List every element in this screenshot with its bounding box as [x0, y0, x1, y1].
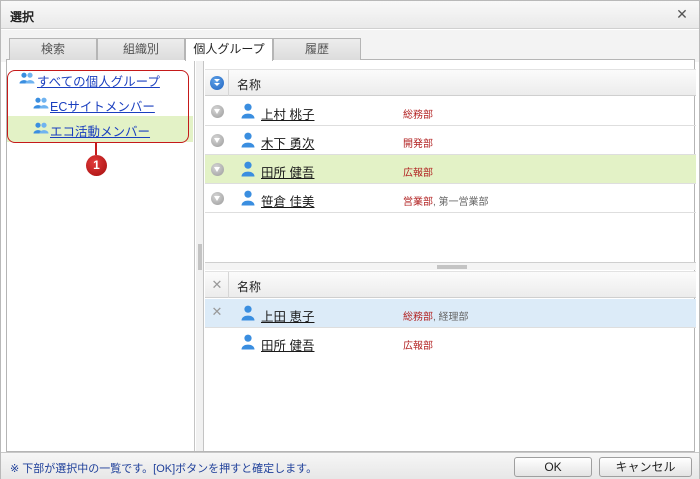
- member-name[interactable]: 上田 恵子: [261, 306, 314, 325]
- tab-by-organization[interactable]: 組織別: [97, 38, 185, 60]
- member-department: 開発部: [403, 135, 433, 150]
- annotation-callout-box: [7, 70, 189, 143]
- dialog-footer: ※ 下部が選択中の一覧です。[OK]ボタンを押すと確定します。 OK キャンセル: [1, 452, 699, 479]
- group-tree-pane: すべての個人グループ ECサイトメンバー エコ活動メンバー 1: [7, 60, 195, 451]
- selected-header: ✕ 名称: [205, 271, 696, 298]
- add-icon[interactable]: [211, 134, 224, 147]
- department-rest: , 経理部: [433, 312, 469, 323]
- tab-content: すべての個人グループ ECサイトメンバー エコ活動メンバー 1 名称 上村 桃子…: [6, 60, 696, 452]
- tab-history[interactable]: 履歴: [273, 38, 361, 60]
- department-primary: 総務部: [403, 110, 433, 121]
- candidate-row[interactable]: 上村 桃子 総務部: [205, 97, 696, 126]
- add-all-icon[interactable]: [210, 76, 224, 90]
- splitter-grip-icon: [437, 265, 467, 269]
- tab-personal-groups[interactable]: 個人グループ: [185, 38, 273, 61]
- member-department: 総務部: [403, 106, 433, 121]
- add-icon[interactable]: [211, 105, 224, 118]
- candidate-row[interactable]: 木下 勇次 開発部: [205, 126, 696, 155]
- member-department: 営業部, 第一営業部: [403, 193, 489, 208]
- splitter-grip-icon: [198, 244, 202, 270]
- column-header-name[interactable]: 名称: [237, 278, 261, 295]
- person-icon: [241, 190, 255, 206]
- member-department: 広報部: [403, 164, 433, 179]
- remove-all-icon[interactable]: ✕: [211, 278, 223, 292]
- department-primary: 広報部: [403, 341, 433, 352]
- annotation-number-badge: 1: [86, 155, 107, 176]
- vertical-splitter[interactable]: [196, 60, 204, 451]
- header-icon-cell: ✕: [205, 272, 229, 298]
- candidates-header: 名称: [205, 69, 696, 96]
- person-icon: [241, 103, 255, 119]
- selected-row[interactable]: ✕ 上田 恵子 総務部, 経理部: [205, 299, 696, 328]
- member-department: 総務部, 経理部: [403, 308, 469, 323]
- remove-cell: [205, 328, 229, 356]
- department-primary: 総務部: [403, 312, 433, 323]
- candidate-row[interactable]: 笹倉 佳美 営業部, 第一営業部: [205, 184, 696, 213]
- person-icon: [241, 334, 255, 350]
- member-name[interactable]: 田所 健吾: [261, 162, 314, 181]
- person-icon: [241, 305, 255, 321]
- department-rest: , 第一営業部: [433, 197, 489, 208]
- candidate-row[interactable]: 田所 健吾 広報部: [205, 155, 696, 184]
- cancel-button[interactable]: キャンセル: [599, 457, 692, 477]
- column-header-name[interactable]: 名称: [237, 76, 261, 93]
- member-name[interactable]: 木下 勇次: [261, 133, 314, 152]
- dialog-title: 選択: [10, 10, 35, 24]
- footer-note: ※ 下部が選択中の一覧です。[OK]ボタンを押すと確定します。: [10, 463, 318, 475]
- annotation-callout-line: [95, 143, 97, 155]
- dialog-titlebar[interactable]: 選択 ✕: [1, 1, 699, 29]
- remove-icon[interactable]: ✕: [211, 305, 223, 319]
- selected-row[interactable]: 田所 健吾 広報部: [205, 328, 696, 357]
- horizontal-splitter[interactable]: [205, 262, 696, 270]
- member-lists-pane: 名称 上村 桃子 総務部 木下 勇次 開発部 田所 健吾 広報部 笹倉 佳美 営…: [205, 60, 696, 451]
- person-icon: [241, 161, 255, 177]
- member-department: 広報部: [403, 337, 433, 352]
- department-primary: 営業部: [403, 197, 433, 208]
- member-name[interactable]: 田所 健吾: [261, 335, 314, 354]
- add-icon[interactable]: [211, 192, 224, 205]
- person-icon: [241, 132, 255, 148]
- department-primary: 広報部: [403, 168, 433, 179]
- member-name[interactable]: 笹倉 佳美: [261, 191, 314, 210]
- close-icon[interactable]: ✕: [674, 6, 690, 22]
- member-name[interactable]: 上村 桃子: [261, 104, 314, 123]
- header-icon-cell: [205, 70, 229, 96]
- tab-search[interactable]: 検索: [9, 38, 97, 60]
- add-icon[interactable]: [211, 163, 224, 176]
- ok-button[interactable]: OK: [514, 457, 592, 477]
- department-primary: 開発部: [403, 139, 433, 150]
- select-dialog: 選択 ✕ 検索 組織別 個人グループ 履歴 すべての個人グループ ECサイトメン…: [0, 0, 700, 479]
